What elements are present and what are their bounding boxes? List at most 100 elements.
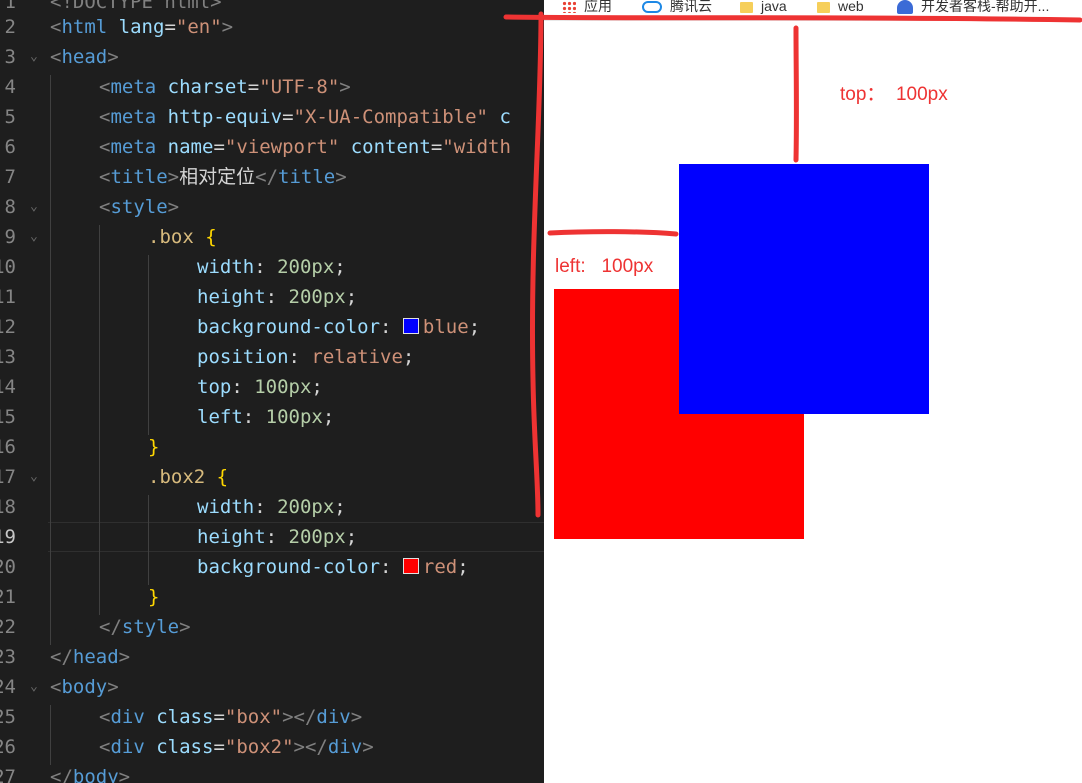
code-line: width: 200px; [197, 496, 346, 518]
line-number: 24 [0, 676, 16, 698]
line-number: 7 [4, 166, 16, 188]
bookmarks-bar: 应用 腾讯云 java web 开发者客栈-帮助开... [544, 0, 1082, 21]
red-color-swatch[interactable] [402, 558, 419, 574]
code-line: <meta http-equiv="X-UA-Compatible" c [99, 106, 511, 128]
code-line: <style> [99, 196, 180, 218]
viewport-value: "viewport" [224, 136, 340, 158]
bookmark-label: web [838, 0, 864, 14]
selector-box: .box [148, 226, 194, 248]
apps-grid-icon [562, 1, 576, 14]
fold-chevron-icon[interactable]: ⌄ [30, 222, 38, 252]
code-line: } [148, 586, 160, 608]
line-number: 22 [0, 616, 16, 638]
line-number: 23 [0, 646, 16, 668]
line-number-gutter: 1 2 3 4 5 6 7 8 9 10 11 12 13 14 15 16 1… [0, 0, 22, 783]
code-line: top: 100px; [197, 376, 323, 398]
code-line: height: 200px; [197, 286, 358, 308]
class-box-value: "box" [224, 706, 283, 728]
code-line: </head> [50, 646, 131, 668]
line-number: 15 [0, 406, 16, 428]
blue-color-swatch[interactable] [402, 318, 419, 334]
left-value: 100px [265, 406, 323, 428]
bookmark-label: java [761, 0, 787, 14]
line-number: 12 [0, 316, 16, 338]
line-number-active: 19 [0, 526, 16, 548]
indent-guide [99, 225, 100, 615]
content-value: "width [442, 136, 511, 158]
code-line: left: 100px; [197, 406, 335, 428]
color-value-blue: blue [422, 316, 469, 338]
bookmark-tencent-cloud[interactable]: 腾讯云 [642, 0, 712, 16]
selector-box2: .box2 [148, 466, 206, 488]
browser-preview: 应用 腾讯云 java web 开发者客栈-帮助开... top： 100px … [544, 0, 1082, 783]
indent-guide [148, 495, 149, 585]
line-number: 9 [4, 226, 16, 248]
code-line: <body> [50, 676, 119, 698]
line-number: 27 [0, 766, 16, 783]
folder-icon [817, 1, 830, 13]
bookmark-label: 开发者客栈-帮助开... [921, 0, 1050, 14]
lang-value: "en" [175, 16, 222, 38]
line-number: 17 [0, 466, 16, 488]
fold-chevron-icon[interactable]: ⌄ [30, 672, 38, 702]
code-line: .box { [148, 226, 217, 248]
line-number: 5 [4, 106, 16, 128]
line-number: 25 [0, 706, 16, 728]
code-line: </body> [50, 766, 131, 783]
code-line: </style> [99, 616, 191, 638]
bookmark-java[interactable]: java [740, 0, 787, 16]
folder-icon [740, 1, 753, 13]
code-line: background-color: red; [197, 556, 469, 578]
class-box2-value: "box2" [224, 736, 294, 758]
code-line: width: 200px; [197, 256, 346, 278]
http-equiv-value: "X-UA-Compatible" [293, 106, 488, 128]
width-value: 200px [277, 496, 335, 518]
top-offset-annotation: top： 100px [840, 84, 948, 105]
code-line-active[interactable]: height: 200px; [197, 522, 357, 552]
code-line: <div class="box2"></div> [99, 736, 374, 758]
line-number: 6 [4, 136, 16, 158]
truncated-attr: c [499, 106, 511, 128]
code-line: <html lang="en"> [50, 16, 234, 38]
line-number: 11 [0, 286, 16, 308]
bookmark-dev-inn[interactable]: 开发者客栈-帮助开... [897, 0, 1049, 16]
bookmark-label: 腾讯云 [670, 0, 712, 14]
title-text: 相对定位 [179, 166, 256, 188]
line-number: 10 [0, 256, 16, 278]
line-number: 8 [4, 196, 16, 218]
indent-guide [50, 705, 51, 765]
width-value: 200px [277, 256, 335, 278]
indent-guide [50, 75, 51, 645]
line-number: 21 [0, 586, 16, 608]
charset-value: "UTF-8" [259, 76, 340, 98]
line-number: 3 [4, 46, 16, 68]
code-line: position: relative; [197, 346, 415, 368]
blue-box-relative [679, 164, 929, 414]
position-value: relative [311, 346, 403, 368]
line-number: 18 [0, 496, 16, 518]
left-offset-annotation: left: 100px [555, 256, 654, 277]
code-line: <meta name="viewport" content="width [99, 136, 511, 158]
line-number: 14 [0, 376, 16, 398]
code-line: <meta charset="UTF-8"> [99, 76, 351, 98]
top-value: 100px [254, 376, 312, 398]
line-number: 20 [0, 556, 16, 578]
code-line: } [148, 436, 160, 458]
bookmark-label: 应用 [584, 0, 612, 14]
line-number: 26 [0, 736, 16, 758]
code-editor[interactable]: 1 2 3 4 5 6 7 8 9 10 11 12 13 14 15 16 1… [0, 0, 544, 783]
bookmark-web[interactable]: web [817, 0, 864, 16]
cloud-icon [642, 1, 662, 14]
code-line: <head> [50, 46, 119, 68]
fold-chevron-icon[interactable]: ⌄ [30, 462, 38, 492]
indent-guide [148, 255, 149, 435]
line-number: 16 [0, 436, 16, 458]
fold-chevron-icon[interactable]: ⌄ [30, 192, 38, 222]
height-value: 200px [288, 286, 346, 308]
line-number: 2 [4, 16, 16, 38]
site-icon [897, 0, 913, 15]
fold-chevron-icon[interactable]: ⌄ [30, 42, 38, 72]
line-number: 4 [4, 76, 16, 98]
bookmark-apps[interactable]: 应用 [562, 0, 612, 16]
color-value-red: red [422, 556, 458, 578]
